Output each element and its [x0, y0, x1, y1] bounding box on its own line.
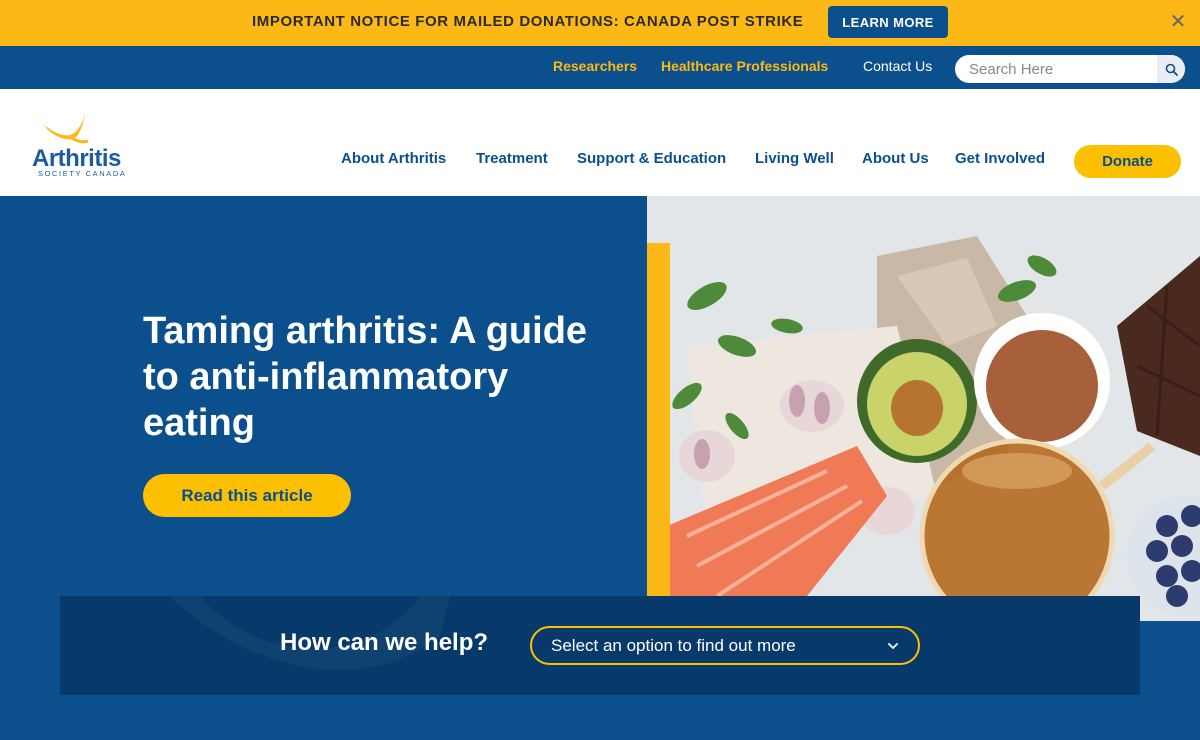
hero-section: Taming arthritis: A guide to anti-inflam…: [0, 196, 1200, 740]
hero-food-image: [647, 196, 1200, 621]
hero-title: Taming arthritis: A guide to anti-inflam…: [143, 310, 588, 444]
nav-treatment[interactable]: Treatment: [476, 150, 548, 167]
help-heading: How can we help?: [280, 629, 489, 656]
logo-subtitle: SOCIETY CANADA: [38, 169, 127, 178]
notice-text: IMPORTANT NOTICE FOR MAILED DONATIONS: C…: [252, 13, 804, 30]
close-icon[interactable]: ✕: [1168, 10, 1188, 34]
nav-support-education[interactable]: Support & Education: [577, 150, 726, 167]
arthritis-society-logo[interactable]: Arthritis SOCIETY CANADA: [30, 107, 140, 179]
researchers-link[interactable]: Researchers: [553, 58, 637, 74]
read-article-button[interactable]: Read this article: [143, 474, 351, 517]
food-illustration: [647, 196, 1200, 621]
notice-banner: IMPORTANT NOTICE FOR MAILED DONATIONS: C…: [0, 0, 1200, 46]
search-button[interactable]: [1157, 55, 1185, 83]
nav-about-arthritis[interactable]: About Arthritis: [341, 150, 446, 167]
hero-accent-bar: [647, 243, 670, 596]
search-icon: [1165, 63, 1178, 76]
chevron-down-icon: [888, 643, 898, 649]
utility-bar: Researchers Healthcare Professionals Con…: [0, 46, 1200, 89]
learn-more-button[interactable]: LEARN MORE: [828, 6, 948, 38]
help-panel: How can we help? Select an option to fin…: [60, 596, 1140, 695]
contact-us-link[interactable]: Contact Us: [863, 58, 932, 74]
help-select-value: Select an option to find out more: [551, 635, 796, 655]
nav-about-us[interactable]: About Us: [862, 150, 929, 167]
main-header: Arthritis SOCIETY CANADA About Arthritis…: [0, 89, 1200, 196]
healthcare-professionals-link[interactable]: Healthcare Professionals: [661, 58, 828, 74]
search-input[interactable]: [955, 55, 1157, 83]
logo-swoosh-icon: [44, 109, 89, 144]
donate-button[interactable]: Donate: [1074, 145, 1181, 178]
nav-get-involved[interactable]: Get Involved: [955, 150, 1045, 167]
help-option-select[interactable]: Select an option to find out more: [530, 626, 920, 665]
nav-living-well[interactable]: Living Well: [755, 150, 834, 167]
search-box: [955, 55, 1185, 83]
